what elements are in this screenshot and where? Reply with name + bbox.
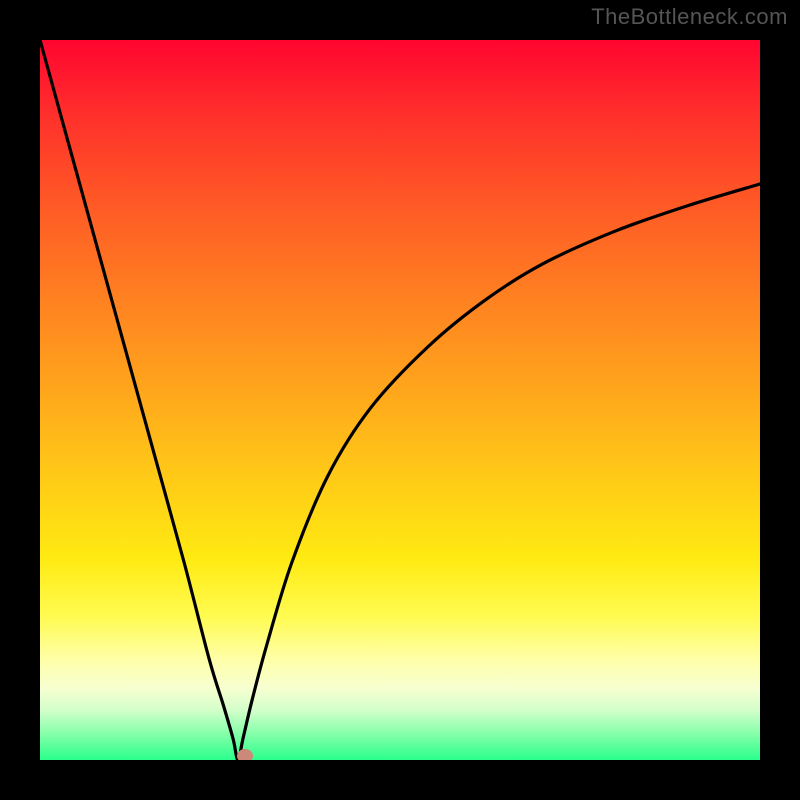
minimum-marker-dot bbox=[237, 749, 253, 760]
chart-frame: TheBottleneck.com bbox=[0, 0, 800, 800]
plot-area bbox=[40, 40, 760, 760]
watermark-text: TheBottleneck.com bbox=[591, 4, 788, 30]
bottleneck-curve bbox=[40, 40, 760, 760]
